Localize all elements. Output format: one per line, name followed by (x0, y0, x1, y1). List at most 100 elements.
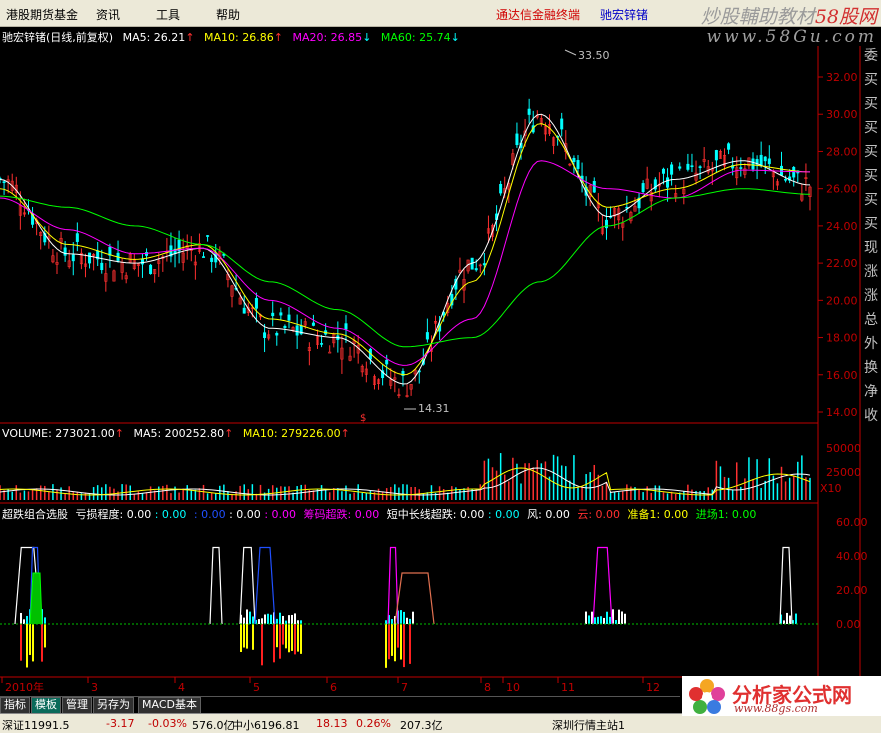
time-axis-label: 2010年 (5, 680, 44, 694)
indicator-bar (403, 611, 405, 624)
candle-body (792, 167, 796, 178)
candle-body (482, 263, 486, 266)
ma-line-ma10 (0, 123, 811, 376)
indicator-bar (249, 611, 251, 624)
candle-body (2, 181, 6, 183)
candle-body (279, 312, 283, 316)
indicator-bar (26, 615, 28, 624)
indicator-peak-line (779, 546, 793, 625)
indicator-neg-bar (20, 624, 22, 661)
candle-body (666, 177, 670, 188)
tab-save-as[interactable]: 另存为 (93, 697, 134, 714)
indicator-bar (789, 615, 791, 624)
candle-body (311, 322, 315, 326)
indicator-bar (409, 618, 411, 624)
indicator-bar (594, 617, 596, 624)
indicator-neg-bar (391, 624, 393, 656)
indicator-k1: 亏损程度: 0.00 (75, 508, 152, 521)
candle-body (670, 164, 674, 175)
indicator-peak-line (592, 546, 613, 625)
indicator-neg-bar (285, 624, 287, 649)
indicator-neg-bar (29, 624, 31, 655)
volume-ma5: MA5: 200252.80 (133, 427, 225, 440)
ma-line-ma5 (0, 113, 811, 385)
indicator-k9: 风: 0.00 (527, 508, 570, 521)
main-title-bar: 驰宏锌锗(日线,前复权) MA5: 26.21↑ MA10: 26.86↑ MA… (2, 29, 466, 45)
price-tick-label: 14.00 (826, 406, 858, 419)
candle-body (210, 257, 214, 262)
right-panel-char: 总 (864, 312, 878, 328)
candle-body (499, 183, 503, 194)
candle-body (527, 108, 531, 115)
indicator-k5: : 0.00 (264, 508, 297, 521)
candle-body (63, 247, 67, 256)
logo-url: www.88gs.com (734, 702, 818, 715)
candle-body (767, 158, 771, 165)
indicator-bar (624, 613, 626, 624)
volume-axis-label: 50000 (826, 442, 861, 455)
ma5-value: MA5: 26.21 (122, 31, 186, 44)
indicator-neg-bar (246, 624, 248, 649)
status-shenzhen-index: 深证11991.5 (2, 719, 70, 732)
right-panel-char: 换 (864, 359, 878, 376)
right-panel-char: 买 (864, 72, 878, 88)
indicator-bar (400, 610, 402, 624)
indicator-neg-bar (273, 624, 275, 663)
indicator-neg-bar (400, 624, 402, 660)
time-axis-label: 7 (401, 681, 408, 694)
right-panel-char: 净 (864, 384, 878, 400)
ma-line-ma60 (0, 188, 811, 348)
indicator-bar (406, 617, 408, 624)
status-shenzhen-amount: 576.0亿 (192, 719, 235, 732)
status-server[interactable]: 深圳行情主站1 (552, 717, 625, 733)
candle-body (242, 307, 246, 314)
tab-macd-basic[interactable]: MACD基本 (138, 697, 201, 714)
candle-body (202, 256, 206, 258)
tab-manage[interactable]: 管理 (62, 697, 92, 714)
indicator-bar (603, 617, 605, 624)
candle-body (283, 325, 287, 329)
candle-body (140, 258, 144, 265)
ma60-value: MA60: 25.74 (380, 31, 451, 44)
volume-ma10-up-icon: ↑ (340, 427, 350, 440)
indicator-neg-bar (282, 624, 284, 645)
candle-body (727, 143, 731, 150)
candle-body (641, 183, 645, 193)
indicator-bar (615, 620, 617, 624)
ma10-value: MA10: 26.86 (204, 31, 274, 44)
price-tick-label: 24.00 (826, 220, 858, 233)
indicator-bar (252, 616, 254, 624)
tab-indicator[interactable]: 指标 (0, 697, 30, 714)
ma-line-ma20 (0, 160, 810, 366)
tab-template[interactable]: 模板 (31, 697, 61, 714)
status-bar: 深证11991.5 -3.17 -0.03% 576.0亿 中小6196.81 … (0, 713, 881, 733)
right-panel-char: 现 (864, 240, 878, 256)
indicator-bar (588, 615, 590, 624)
indicator-peak-line (254, 546, 276, 625)
indicator-bar (276, 618, 278, 624)
indicator-neg-bar (32, 624, 34, 662)
indicator-neg-bar (291, 624, 293, 651)
site-logo: 分析家公式网 www.88gs.com (682, 676, 881, 716)
indicator-bar (621, 611, 623, 624)
indicator-bar (264, 614, 266, 624)
indicator-neg-bar (44, 624, 46, 648)
candle-body (678, 166, 682, 169)
candle-body (271, 312, 275, 317)
indicator-axis-label: 20.00 (836, 584, 868, 597)
volume-up-icon: ↑ (114, 427, 124, 440)
indicator-neg-bar (26, 624, 28, 668)
indicator-bar (246, 609, 248, 624)
high-annotation: 33.50 (578, 49, 610, 62)
right-panel-char: 委 (864, 48, 878, 64)
indicator-neg-bar (403, 624, 405, 668)
candle-body (686, 163, 690, 170)
indicator-axis-label: 0.00 (836, 618, 861, 631)
candle-body (661, 168, 665, 174)
indicator-neg-bar (294, 624, 296, 655)
indicator-neg-bar (397, 624, 399, 648)
candle-body (474, 268, 478, 271)
candle-body (592, 181, 596, 193)
stock-chart[interactable]: 32.0030.0028.0026.0024.0022.0020.0018.00… (0, 0, 881, 700)
right-panel-char: 买 (864, 192, 878, 208)
